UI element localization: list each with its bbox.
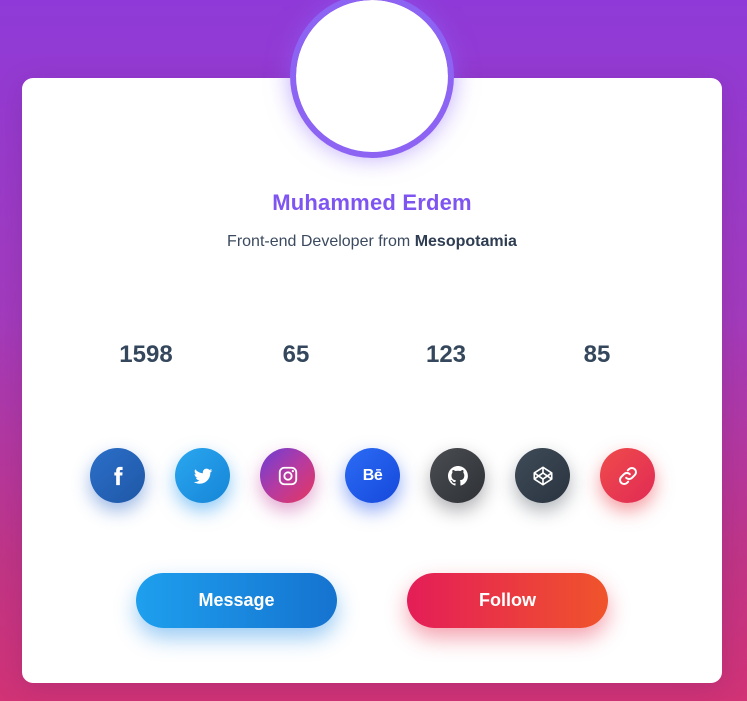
link-link[interactable] xyxy=(600,448,655,503)
twitter-icon xyxy=(193,468,212,484)
tagline-role: Front-end Developer from xyxy=(227,233,415,250)
github-icon xyxy=(447,465,468,486)
avatar-ring xyxy=(290,0,454,158)
codepen-icon xyxy=(532,465,553,486)
stat-value: 65 xyxy=(282,341,310,368)
behance-link[interactable]: Bē xyxy=(345,448,400,503)
tagline-location: Mesopotamia xyxy=(414,233,517,250)
profile-name: Muhammed Erdem xyxy=(272,190,472,215)
instagram-link[interactable] xyxy=(260,448,315,503)
instagram-icon xyxy=(278,466,297,485)
follow-button[interactable]: Follow xyxy=(407,573,608,628)
stat-value: 1598 xyxy=(119,341,173,368)
profile-card: Muhammed Erdem Front-end Developer from … xyxy=(22,78,722,683)
stat-value: 85 xyxy=(583,341,611,368)
action-buttons: Message Follow xyxy=(22,573,722,629)
stats-row: 1598 65 123 85 xyxy=(22,341,722,373)
stat-value: 123 xyxy=(425,341,467,368)
profile-tagline: Front-end Developer from Mesopotamia xyxy=(22,233,722,251)
behance-icon: Bē xyxy=(362,466,383,484)
social-links: Bē xyxy=(22,448,722,504)
codepen-link[interactable] xyxy=(515,448,570,503)
message-button[interactable]: Message xyxy=(136,573,337,628)
facebook-icon xyxy=(113,466,123,485)
github-link[interactable] xyxy=(430,448,485,503)
twitter-link[interactable] xyxy=(175,448,230,503)
facebook-link[interactable] xyxy=(90,448,145,503)
link-icon xyxy=(618,466,637,485)
